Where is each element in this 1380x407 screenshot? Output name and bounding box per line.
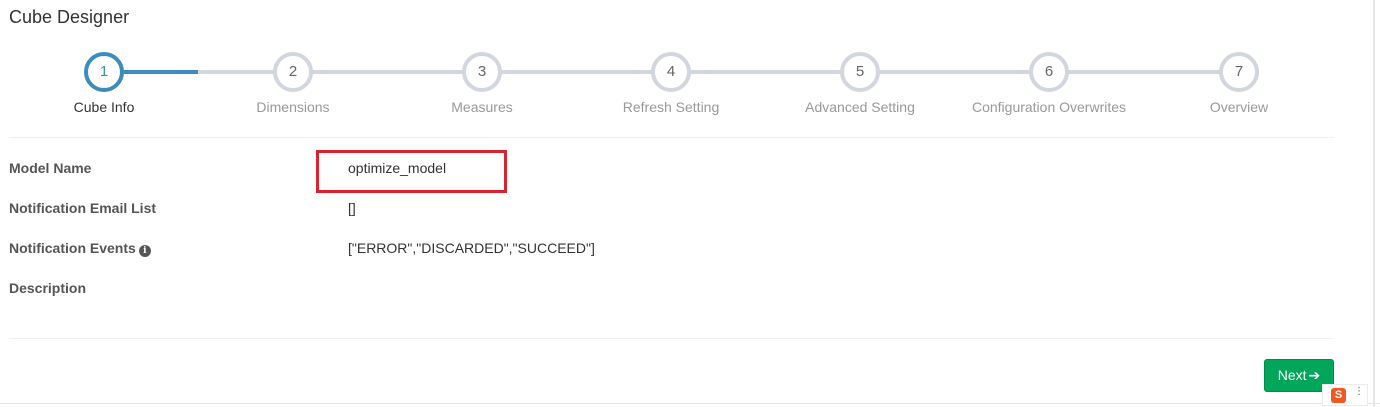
bottom-border [0, 403, 1380, 404]
step-label: Dimensions [256, 99, 330, 115]
step-number: 4 [651, 52, 691, 92]
step-number: 3 [462, 52, 502, 92]
step-label: Refresh Setting [622, 99, 720, 115]
step-label: Configuration Overwrites [971, 99, 1127, 115]
wizard-steps: 1 Cube Info 2 Dimensions 3 Measures 4 Re… [9, 52, 1334, 122]
step-configuration-overwrites[interactable]: 6 Configuration Overwrites [959, 52, 1139, 115]
step-overview[interactable]: 7 Overview [1149, 52, 1329, 115]
arrow-right-icon: ➔ [1308, 367, 1321, 383]
top-divider [9, 137, 1334, 138]
step-number: 1 [84, 52, 124, 92]
step-label: Cube Info [73, 99, 135, 115]
floating-widget[interactable]: S ⋮ [1322, 384, 1368, 406]
step-number: 7 [1219, 52, 1259, 92]
step-refresh-setting[interactable]: 4 Refresh Setting [581, 52, 761, 115]
step-label: Overview [1209, 99, 1269, 115]
info-circle-icon[interactable]: i [138, 245, 151, 257]
model-name-label: Model Name [9, 160, 92, 176]
more-icon[interactable]: ⋮ [1354, 387, 1364, 397]
step-measures[interactable]: 3 Measures [392, 52, 572, 115]
step-number: 5 [840, 52, 880, 92]
notification-email-label: Notification Email List [9, 200, 157, 216]
description-label: Description [9, 280, 87, 296]
step-number: 2 [273, 52, 313, 92]
step-cube-info[interactable]: 1 Cube Info [14, 52, 194, 115]
next-button-label: Next [1277, 367, 1307, 383]
step-advanced-setting[interactable]: 5 Advanced Setting [770, 52, 950, 115]
step-dimensions[interactable]: 2 Dimensions [203, 52, 383, 115]
highlight-box [316, 150, 507, 193]
notification-events-label: Notification Events [9, 240, 136, 256]
step-number: 6 [1029, 52, 1069, 92]
notification-events-value: ["ERROR","DISCARDED","SUCCEED"] [348, 240, 595, 256]
step-label: Measures [451, 99, 513, 115]
notification-events-label-wrap: Notification Events i [9, 240, 151, 257]
notification-email-value: [] [348, 200, 356, 216]
bottom-divider [9, 338, 1334, 339]
s-logo-icon: S [1331, 388, 1346, 403]
step-label: Advanced Setting [805, 99, 915, 115]
vertical-scrollbar[interactable] [1373, 0, 1375, 407]
page-title: Cube Designer [9, 7, 130, 27]
